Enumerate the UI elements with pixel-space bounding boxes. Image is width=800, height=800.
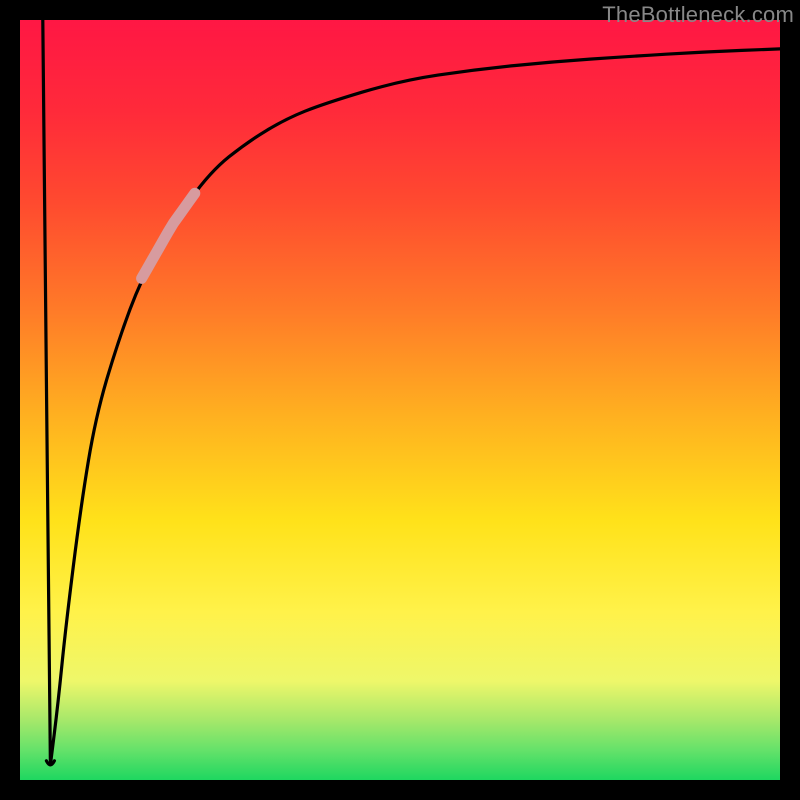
curve-layer (20, 20, 780, 780)
bottleneck-curve (43, 20, 780, 765)
curve-highlight-segment (142, 193, 195, 278)
watermark-text: TheBottleneck.com (602, 2, 794, 28)
plot-area (20, 20, 780, 780)
chart-stage: TheBottleneck.com (0, 0, 800, 800)
